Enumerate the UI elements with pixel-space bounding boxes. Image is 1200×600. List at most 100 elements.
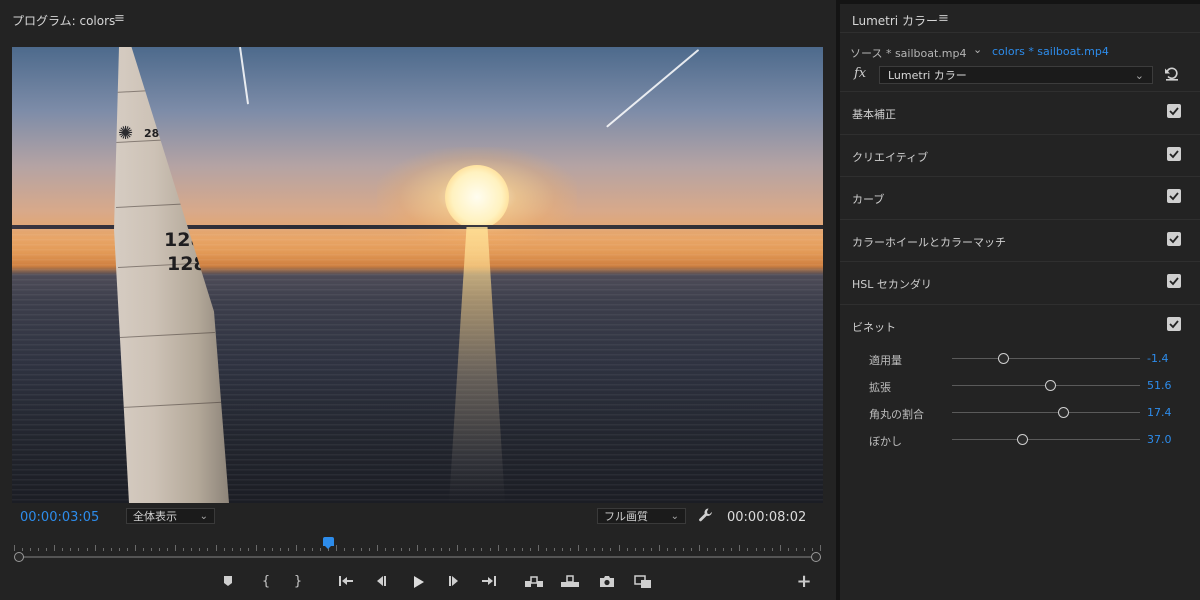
current-timecode[interactable]: 00:00:03:05 — [20, 510, 99, 525]
sequence-clip-tab[interactable]: colors * sailboat.mp4 — [992, 45, 1109, 58]
vignette-amount-row: 適用量 -1.4 — [840, 348, 1200, 370]
sail-number-small: 28 — [144, 127, 160, 140]
title-divider — [840, 32, 1200, 33]
ruler-tick — [505, 548, 507, 551]
section-checkbox[interactable] — [1167, 189, 1181, 203]
slider-value[interactable]: 37.0 — [1147, 433, 1172, 446]
ruler-tick — [715, 548, 717, 551]
section-checkbox[interactable] — [1167, 274, 1181, 288]
ruler-tick — [481, 548, 483, 551]
compare-view-icon — [634, 575, 651, 588]
ruler-tick — [554, 548, 556, 551]
contrail-right — [606, 49, 700, 128]
section-checkbox[interactable] — [1167, 232, 1181, 246]
go-to-in-icon — [339, 576, 353, 586]
section-label: HSL セカンダリ — [852, 278, 932, 291]
sun — [445, 165, 509, 229]
ruler-tick — [62, 548, 64, 551]
zoom-select[interactable]: 全体表示 ⌄ — [126, 508, 215, 524]
ruler-tick — [618, 545, 620, 551]
checkmark-icon — [1169, 107, 1179, 116]
program-panel-title[interactable]: プログラム: colors — [12, 12, 115, 29]
hamburger-icon[interactable]: ≡ — [938, 11, 949, 26]
slider-knob[interactable] — [1044, 380, 1056, 391]
section-color-wheels[interactable]: カラーホイールとカラーマッチ — [840, 219, 1200, 261]
plus-icon[interactable]: + — [793, 572, 815, 592]
reset-icon[interactable] — [1164, 66, 1180, 85]
effect-select[interactable]: Lumetri カラー ⌄ — [879, 66, 1153, 84]
vignette-midpoint-row: 拡張 51.6 — [840, 375, 1200, 397]
chevron-down-icon[interactable]: ⌄ — [973, 43, 982, 56]
section-creative[interactable]: クリエイティブ — [840, 134, 1200, 176]
lumetri-panel-title[interactable]: Lumetri カラー — [852, 12, 938, 29]
ruler-tick — [570, 548, 572, 551]
ruler-tick — [263, 548, 265, 551]
section-hsl-secondary[interactable]: HSL セカンダリ — [840, 261, 1200, 303]
ruler-tick — [691, 548, 693, 551]
slider-track[interactable] — [952, 412, 1140, 413]
ruler-tick — [731, 548, 733, 551]
ruler-tick — [650, 548, 652, 551]
quality-select[interactable]: フル画質 ⌄ — [597, 508, 686, 524]
section-vignette[interactable]: ビネット — [840, 304, 1200, 346]
slider-track[interactable] — [952, 439, 1140, 440]
ruler-tick — [723, 548, 725, 551]
ruler-tick — [167, 548, 169, 551]
ruler-tick — [110, 548, 112, 551]
playhead[interactable] — [323, 537, 335, 549]
slider-track[interactable] — [952, 358, 1140, 359]
wrench-icon[interactable] — [698, 507, 714, 526]
ruler-tick — [279, 548, 281, 551]
ruler-tick — [658, 545, 660, 551]
ruler-tick — [707, 548, 709, 551]
out-point-handle[interactable] — [811, 552, 821, 562]
ruler-tick — [304, 548, 306, 551]
ruler-tick — [529, 548, 531, 551]
slider-value[interactable]: 51.6 — [1147, 379, 1172, 392]
slider-knob[interactable] — [1016, 434, 1028, 445]
in-point-handle[interactable] — [14, 552, 24, 562]
section-checkbox[interactable] — [1167, 317, 1181, 331]
overwrite-button[interactable] — [559, 572, 581, 592]
ruler-tick — [384, 548, 386, 551]
ruler-tick — [392, 548, 394, 551]
ruler-tick — [175, 545, 177, 551]
ruler-tick — [626, 548, 628, 551]
scrub-track[interactable] — [19, 556, 816, 558]
section-checkbox[interactable] — [1167, 147, 1181, 161]
checkmark-icon — [1169, 320, 1179, 329]
mark-out-button[interactable]: } — [287, 572, 309, 592]
source-clip-tab[interactable]: ソース * sailboat.mp4 — [850, 45, 967, 61]
ruler-tick — [537, 545, 539, 551]
go-to-out-button[interactable] — [478, 572, 500, 592]
marker-button[interactable] — [217, 572, 239, 592]
compare-view-button[interactable] — [632, 572, 654, 592]
camera-icon — [600, 576, 614, 587]
slider-value[interactable]: 17.4 — [1147, 406, 1172, 419]
export-frame-button[interactable] — [596, 572, 618, 592]
section-checkbox[interactable] — [1167, 104, 1181, 118]
hamburger-icon[interactable]: ≡ — [114, 11, 125, 26]
section-basic-correction[interactable]: 基本補正 — [840, 91, 1200, 133]
section-curves[interactable]: カーブ — [840, 176, 1200, 218]
chevron-down-icon: ⌄ — [670, 511, 679, 522]
ruler-tick — [682, 548, 684, 551]
ruler-tick — [497, 545, 499, 551]
step-forward-button[interactable] — [443, 572, 465, 592]
video-preview[interactable]: ✺ 28 128 128 — [12, 47, 823, 503]
time-ruler[interactable] — [14, 541, 821, 551]
ruler-tick — [183, 548, 185, 551]
go-to-in-button[interactable] — [335, 572, 357, 592]
slider-knob[interactable] — [997, 353, 1009, 364]
ruler-tick — [38, 548, 40, 551]
step-back-button[interactable] — [370, 572, 392, 592]
insert-button[interactable] — [523, 572, 545, 592]
play-button[interactable] — [407, 572, 429, 592]
mark-in-button[interactable]: { — [255, 572, 277, 592]
ruler-tick — [239, 548, 241, 551]
slider-knob[interactable] — [1057, 407, 1069, 418]
slider-value[interactable]: -1.4 — [1147, 352, 1168, 365]
ruler-tick — [803, 548, 805, 551]
overwrite-icon — [561, 575, 579, 587]
fx-icon[interactable]: fx — [854, 66, 866, 81]
